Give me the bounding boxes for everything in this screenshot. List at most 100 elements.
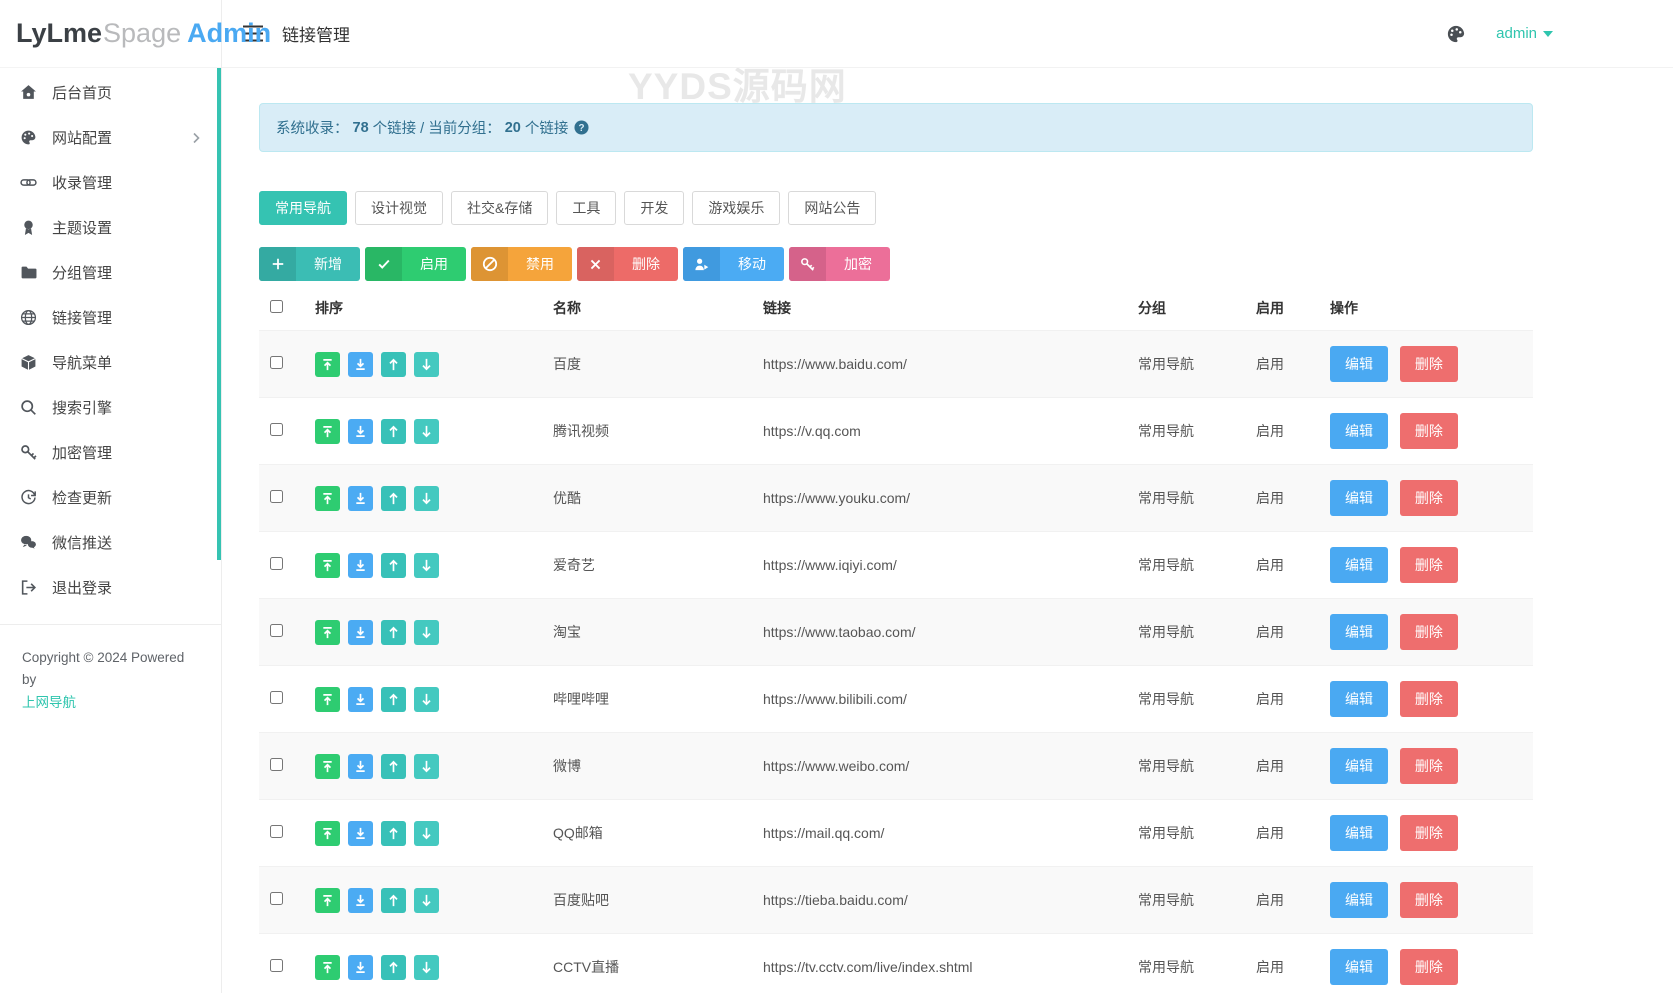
move-down-button[interactable]: [413, 619, 439, 645]
sidebar-item[interactable]: 搜索引擎: [0, 385, 221, 430]
move-up-button[interactable]: [380, 351, 406, 377]
edit-button[interactable]: 编辑: [1330, 346, 1388, 382]
move-bottom-button[interactable]: [347, 887, 373, 913]
row-checkbox[interactable]: [270, 423, 283, 436]
group-tab[interactable]: 工具: [556, 191, 617, 225]
row-checkbox[interactable]: [270, 825, 283, 838]
move-up-button[interactable]: [380, 552, 406, 578]
move-up-button[interactable]: [380, 820, 406, 846]
edit-button[interactable]: 编辑: [1330, 480, 1388, 516]
move-down-button[interactable]: [413, 485, 439, 511]
move-down-button[interactable]: [413, 753, 439, 779]
edit-button[interactable]: 编辑: [1330, 681, 1388, 717]
delete-button[interactable]: 删除: [1399, 547, 1458, 583]
copyright-link[interactable]: 上网导航: [22, 692, 76, 714]
row-checkbox[interactable]: [270, 892, 283, 905]
move-up-button[interactable]: [380, 485, 406, 511]
move-bottom-button[interactable]: [347, 686, 373, 712]
row-checkbox[interactable]: [270, 691, 283, 704]
move-top-button[interactable]: [315, 820, 340, 846]
sidebar-item[interactable]: 收录管理: [0, 160, 221, 205]
group-tab[interactable]: 社交&存储: [451, 191, 549, 225]
move-bottom-button[interactable]: [347, 351, 373, 377]
delete-button[interactable]: 删除: [1399, 480, 1458, 516]
delete-button[interactable]: 删除: [1399, 413, 1458, 449]
group-tab[interactable]: 常用导航: [259, 191, 347, 225]
group-tab[interactable]: 网站公告: [788, 191, 877, 225]
select-all-checkbox[interactable]: [270, 300, 283, 313]
move-top-button[interactable]: [315, 686, 340, 712]
delete-button[interactable]: 删除: [1399, 815, 1458, 851]
move-bottom-button[interactable]: [347, 820, 373, 846]
user-dropdown[interactable]: admin: [1496, 25, 1553, 42]
delete-button[interactable]: 删除: [1399, 346, 1458, 382]
move-down-button[interactable]: [413, 418, 439, 444]
sidebar-item[interactable]: 导航菜单: [0, 340, 221, 385]
edit-button[interactable]: 编辑: [1330, 882, 1388, 918]
toolbar-button[interactable]: 新增: [259, 247, 360, 281]
move-top-button[interactable]: [315, 619, 340, 645]
delete-button[interactable]: 删除: [1399, 614, 1458, 650]
sidebar-item[interactable]: 微信推送: [0, 520, 221, 565]
sidebar-item[interactable]: 退出登录: [0, 565, 221, 610]
delete-button[interactable]: 删除: [1399, 681, 1458, 717]
move-up-button[interactable]: [380, 686, 406, 712]
move-bottom-button[interactable]: [347, 485, 373, 511]
sidebar-item[interactable]: 加密管理: [0, 430, 221, 475]
row-checkbox[interactable]: [270, 624, 283, 637]
row-checkbox[interactable]: [270, 557, 283, 570]
sidebar-item[interactable]: 分组管理: [0, 250, 221, 295]
move-top-button[interactable]: [315, 485, 340, 511]
sidebar-item[interactable]: 检查更新: [0, 475, 221, 520]
edit-button[interactable]: 编辑: [1330, 413, 1388, 449]
help-question-icon[interactable]: ?: [574, 120, 589, 135]
edit-button[interactable]: 编辑: [1330, 748, 1388, 784]
group-tab[interactable]: 开发: [624, 191, 685, 225]
move-top-button[interactable]: [315, 887, 340, 913]
move-bottom-button[interactable]: [347, 619, 373, 645]
group-tab[interactable]: 游戏娱乐: [692, 191, 781, 225]
move-up-button[interactable]: [380, 887, 406, 913]
move-down-button[interactable]: [413, 820, 439, 846]
move-bottom-button[interactable]: [347, 954, 373, 980]
move-up-button[interactable]: [380, 954, 406, 980]
move-top-button[interactable]: [315, 351, 340, 377]
move-up-button[interactable]: [380, 619, 406, 645]
toolbar-button[interactable]: 禁用: [471, 247, 572, 281]
theme-palette-icon[interactable]: [1446, 24, 1466, 44]
move-top-button[interactable]: [315, 954, 340, 980]
edit-button[interactable]: 编辑: [1330, 815, 1388, 851]
move-down-button[interactable]: [413, 954, 439, 980]
move-top-button[interactable]: [315, 753, 340, 779]
move-down-button[interactable]: [413, 686, 439, 712]
move-down-button[interactable]: [413, 552, 439, 578]
move-down-button[interactable]: [413, 887, 439, 913]
delete-button[interactable]: 删除: [1399, 748, 1458, 784]
move-top-button[interactable]: [315, 552, 340, 578]
row-checkbox[interactable]: [270, 356, 283, 369]
toolbar-button[interactable]: 移动: [683, 247, 784, 281]
sidebar-item[interactable]: 网站配置: [0, 115, 221, 160]
toolbar-button[interactable]: 删除: [577, 247, 678, 281]
move-bottom-button[interactable]: [347, 552, 373, 578]
row-checkbox[interactable]: [270, 959, 283, 972]
delete-button[interactable]: 删除: [1399, 949, 1458, 985]
toolbar-button[interactable]: 启用: [365, 247, 466, 281]
edit-button[interactable]: 编辑: [1330, 949, 1388, 985]
row-checkbox[interactable]: [270, 758, 283, 771]
sidebar-item[interactable]: 后台首页: [0, 70, 221, 115]
move-bottom-button[interactable]: [347, 753, 373, 779]
move-up-button[interactable]: [380, 418, 406, 444]
move-down-button[interactable]: [413, 351, 439, 377]
sidebar-scrollbar[interactable]: [217, 68, 221, 560]
sidebar-item[interactable]: 主题设置: [0, 205, 221, 250]
group-tab[interactable]: 设计视觉: [355, 191, 443, 225]
move-up-button[interactable]: [380, 753, 406, 779]
move-bottom-button[interactable]: [347, 418, 373, 444]
edit-button[interactable]: 编辑: [1330, 547, 1388, 583]
delete-button[interactable]: 删除: [1399, 882, 1458, 918]
move-top-button[interactable]: [315, 418, 340, 444]
toolbar-button[interactable]: 加密: [789, 247, 890, 281]
row-checkbox[interactable]: [270, 490, 283, 503]
edit-button[interactable]: 编辑: [1330, 614, 1388, 650]
